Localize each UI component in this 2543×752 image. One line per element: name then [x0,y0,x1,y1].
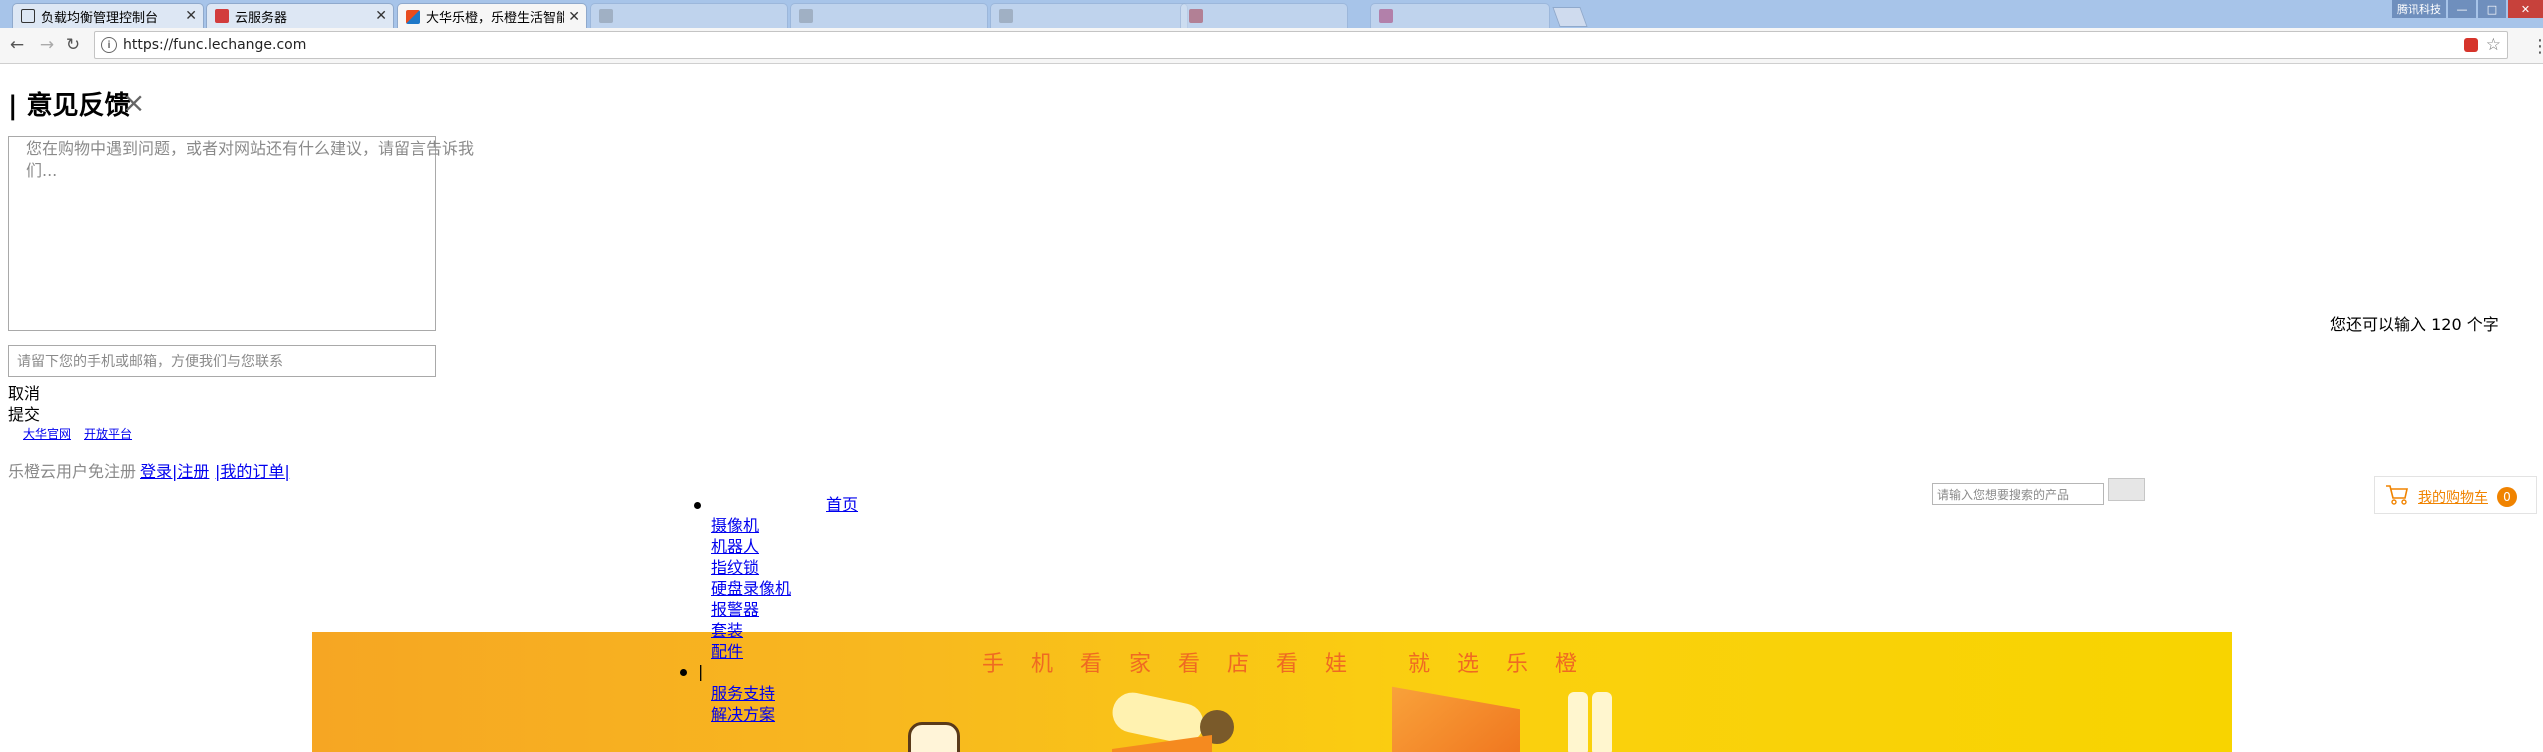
orange-cube-image [1392,686,1520,752]
extension-icon[interactable] [2463,38,2478,52]
cart-count-badge: 0 [2497,487,2517,507]
door-sensor-image [1592,692,1612,752]
nav-home-link[interactable]: 首页 [826,496,858,514]
list-bullet [680,669,687,676]
nav-item-accessories[interactable]: 配件 [711,643,743,661]
char-counter: 您还可以输入 120 个字 [2330,315,2499,334]
page-favicon-icon [599,9,613,23]
tab-close-icon[interactable]: ✕ [185,8,197,24]
login-register-link[interactable]: 登录|注册 [140,458,209,482]
reload-icon[interactable]: ↻ [62,34,84,56]
cloud-favicon-icon [215,9,229,23]
page-favicon-icon [1189,9,1203,23]
nav-item-solutions[interactable]: 解决方案 [711,706,775,724]
dahua-site-link[interactable]: 大华官网 [23,425,71,442]
login-prompt-text: 乐橙云用户免注册 [8,462,137,481]
window-user-badge: 腾讯科技 [2392,0,2446,18]
tab-background-5[interactable] [1370,3,1550,28]
console-favicon-icon [21,9,35,23]
tab-close-icon[interactable]: ✕ [375,8,387,24]
tab-label: 大华乐橙，乐橙生活智能 [426,11,565,26]
maximize-icon[interactable]: □ [2478,0,2506,18]
tab-background-1[interactable] [590,3,788,28]
door-sensor-image [1568,692,1588,752]
address-bar[interactable]: i https://func.lechange.com ☆ [94,31,2508,59]
nav-item-nvr[interactable]: 硬盘录像机 [711,580,791,598]
tab-close-icon[interactable]: ✕ [568,9,580,25]
url-text: https://func.lechange.com [123,37,307,53]
page-favicon-icon [799,9,813,23]
browser-tab-bar: 负载均衡管理控制台 ✕ 云服务器 ✕ 大华乐橙，乐橙生活智能 ✕ 腾讯科技 — … [0,0,2543,29]
forward-arrow-icon[interactable]: → [36,34,58,56]
star-icon[interactable]: ☆ [2486,35,2501,55]
lechange-favicon-icon [406,9,420,24]
contact-input[interactable]: 请留下您的手机或邮箱，方便我们与您联系 [8,345,436,377]
back-arrow-icon[interactable]: ← [6,34,28,56]
submit-button[interactable]: 提交 [8,401,40,425]
list-bullet [694,502,701,509]
page-favicon-icon [1379,9,1393,23]
nav-item-alarm[interactable]: 报警器 [711,601,759,619]
tab-background-2[interactable] [790,3,988,28]
promo-banner[interactable]: 手机看家看店看娃 就选乐橙 [312,632,2232,752]
product-search-input[interactable]: 请输入您想要搜索的产品 [1932,483,2104,505]
page-favicon-icon [999,9,1013,23]
tab-label: 负载均衡管理控制台 [41,10,159,26]
kebab-menu-icon[interactable]: ⋮ [2531,36,2543,57]
nav-item-camera[interactable]: 摄像机 [711,517,759,535]
contact-input-placeholder: 请留下您的手机或邮箱，方便我们与您联系 [17,354,283,370]
search-placeholder: 请输入您想要搜索的产品 [1937,487,2070,502]
tab-lechange[interactable]: 大华乐橙，乐橙生活智能 ✕ [397,3,587,29]
nav-item-support[interactable]: 服务支持 [711,685,775,703]
nav-item-fingerprint-lock[interactable]: 指纹锁 [711,559,759,577]
tab-background-3[interactable] [990,3,1188,28]
new-tab-button[interactable] [1552,7,1588,27]
cart-label[interactable]: 我的购物车 [2418,487,2488,507]
close-icon[interactable]: × [122,86,145,119]
nav-item-robot[interactable]: 机器人 [711,538,759,556]
browser-toolbar: ← → ↻ i https://func.lechange.com ☆ ⋮ [0,28,2543,64]
search-button[interactable] [2108,478,2145,501]
tab-load-balancer[interactable]: 负载均衡管理控制台 ✕ [12,3,204,28]
tab-cloud-server[interactable]: 云服务器 ✕ [206,3,394,28]
cart-icon [2386,485,2408,505]
feedback-title: | 意见反馈 [8,91,131,121]
camera-product-image [908,722,960,752]
nav-item-bundle[interactable]: 套装 [711,622,743,640]
open-platform-link[interactable]: 开放平台 [84,425,132,442]
my-orders-link[interactable]: |我的订单| [215,458,290,482]
nav-separator: | [698,662,704,681]
banner-slogan: 手机看家看店看娃 就选乐橙 [982,652,1604,677]
window-close-icon[interactable]: ✕ [2508,0,2543,18]
tab-label: 云服务器 [235,10,288,26]
shopping-cart[interactable]: 我的购物车 0 [2374,476,2537,514]
feedback-textarea-placeholder: 您在购物中遇到问题，或者对网站还有什么建议，请留言告诉我们... [26,139,475,180]
info-icon[interactable]: i [101,37,117,53]
minimize-icon[interactable]: — [2448,0,2476,18]
tab-background-4[interactable] [1180,3,1348,28]
